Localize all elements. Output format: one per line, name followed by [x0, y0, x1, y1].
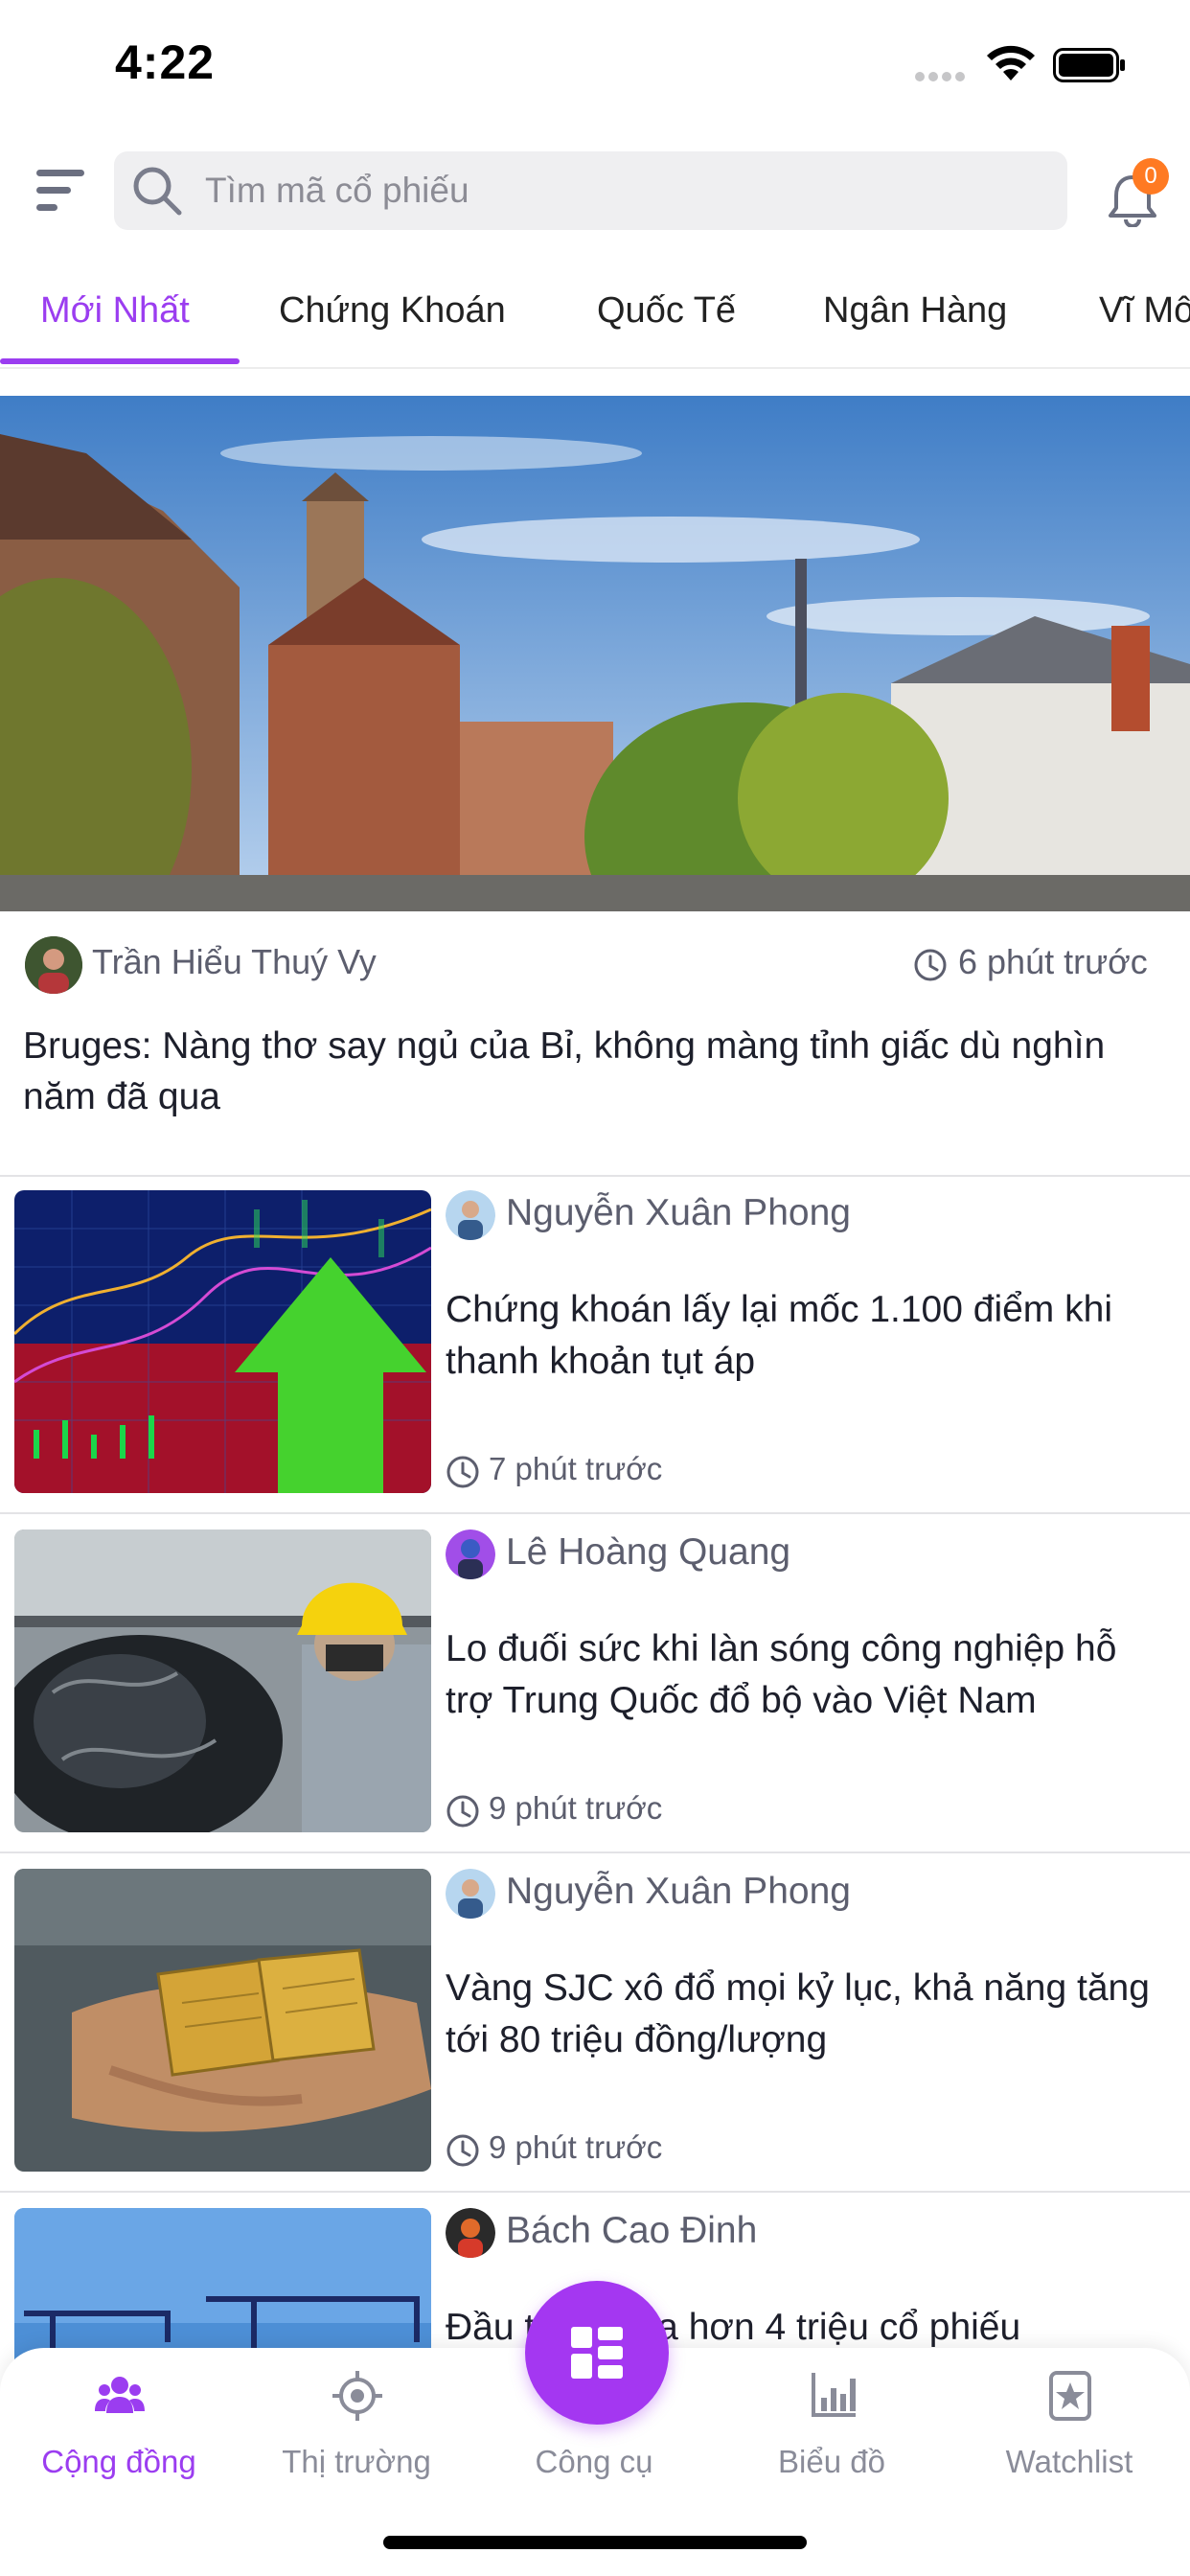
- article-thumbnail[interactable]: [14, 1530, 431, 1832]
- hero-headline[interactable]: Bruges: Nàng thơ say ngủ của Bỉ, không m…: [23, 1021, 1173, 1122]
- clock-icon: [446, 1456, 479, 1488]
- tools-icon: [571, 2327, 623, 2379]
- hero-meta: Trần Hiểu Thuý Vy 6 phút trước: [0, 934, 1190, 994]
- author-avatar[interactable]: [446, 2208, 495, 2258]
- clock-icon: [446, 2134, 479, 2167]
- search-input[interactable]: [205, 151, 1048, 230]
- article-timestamp: 9 phút trước: [489, 2129, 663, 2165]
- battery-icon: [1053, 48, 1125, 82]
- nav-label: Biểu đồ: [778, 2444, 885, 2479]
- tab-chung-khoan[interactable]: Chứng Khoán: [279, 290, 506, 332]
- tab-moi-nhat[interactable]: Mới Nhất: [40, 290, 190, 332]
- nav-label: Công cụ: [535, 2444, 653, 2479]
- community-icon: [95, 2377, 145, 2413]
- cellular-signal-icon: [915, 69, 971, 81]
- article-thumbnail[interactable]: [14, 1869, 431, 2172]
- search-icon: [133, 167, 182, 216]
- article-author[interactable]: Lê Hoàng Quang: [506, 1531, 790, 1574]
- hero-timestamp: 6 phút trước: [958, 942, 1148, 981]
- chart-icon: [812, 2373, 856, 2417]
- article-title[interactable]: Chứng khoán lấy lại mốc 1.100 điểm khi t…: [446, 1284, 1155, 1388]
- wifi-icon: [987, 45, 1035, 80]
- clock-icon: [446, 1795, 479, 1828]
- home-indicator: [383, 2536, 807, 2549]
- active-tab-indicator: [0, 358, 240, 364]
- article-timestamp: 7 phút trước: [489, 1451, 663, 1486]
- nav-label: Cộng đồng: [41, 2444, 196, 2479]
- tab-quoc-te[interactable]: Quốc Tế: [597, 290, 736, 332]
- article-author[interactable]: Bách Cao Đinh: [506, 2210, 757, 2252]
- article-title[interactable]: Lo đuối sức khi làn sóng công nghiệp hỗ …: [446, 1623, 1155, 1727]
- notification-button[interactable]: 0: [1102, 158, 1169, 227]
- nav-cong-dong[interactable]: Cộng đồng: [0, 2348, 238, 2511]
- status-time: 4:22: [115, 35, 216, 89]
- hero-author-name[interactable]: Trần Hiểu Thuý Vy: [92, 942, 377, 982]
- article-list-item[interactable]: Nguyễn Xuân Phong Chứng khoán lấy lại mố…: [0, 1175, 1190, 1512]
- nav-bieu-do[interactable]: Biểu đồ: [713, 2348, 950, 2511]
- search-bar[interactable]: [114, 151, 1067, 230]
- nav-thi-truong[interactable]: Thị trường: [238, 2348, 475, 2511]
- menu-icon[interactable]: [34, 164, 86, 218]
- app-header: 0: [0, 129, 1190, 254]
- article-title[interactable]: Vàng SJC xô đổ mọi kỷ lục, khả năng tăng…: [446, 1963, 1155, 2066]
- author-avatar[interactable]: [25, 936, 82, 994]
- clock-icon: [914, 949, 947, 981]
- nav-watchlist[interactable]: Watchlist: [950, 2348, 1188, 2511]
- article-list-item[interactable]: Lê Hoàng Quang Lo đuối sức khi làn sóng …: [0, 1514, 1190, 1852]
- notification-badge: 0: [1133, 158, 1169, 195]
- article-author[interactable]: Nguyễn Xuân Phong: [506, 1192, 851, 1234]
- article-timestamp: 9 phút trước: [489, 1790, 663, 1826]
- watchlist-icon: [1049, 2371, 1091, 2421]
- article-thumbnail[interactable]: [14, 1190, 431, 1493]
- tools-fab-button[interactable]: [525, 2281, 669, 2425]
- hero-image[interactable]: [0, 396, 1190, 911]
- nav-label: Watchlist: [1005, 2444, 1133, 2479]
- category-tabs: Mới Nhất Chứng Khoán Quốc Tế Ngân Hàng V…: [0, 273, 1190, 369]
- status-bar: 4:22: [0, 0, 1190, 129]
- tab-vi-mo[interactable]: Vĩ Mô: [1099, 290, 1190, 332]
- author-avatar[interactable]: [446, 1869, 495, 1919]
- article-list-item[interactable]: Nguyễn Xuân Phong Vàng SJC xô đổ mọi kỷ …: [0, 1853, 1190, 2191]
- author-avatar[interactable]: [446, 1190, 495, 1240]
- nav-label: Thị trường: [282, 2444, 431, 2479]
- author-avatar[interactable]: [446, 1530, 495, 1579]
- market-icon: [332, 2371, 382, 2421]
- tab-ngan-hang[interactable]: Ngân Hàng: [823, 290, 1007, 332]
- article-author[interactable]: Nguyễn Xuân Phong: [506, 1871, 851, 1913]
